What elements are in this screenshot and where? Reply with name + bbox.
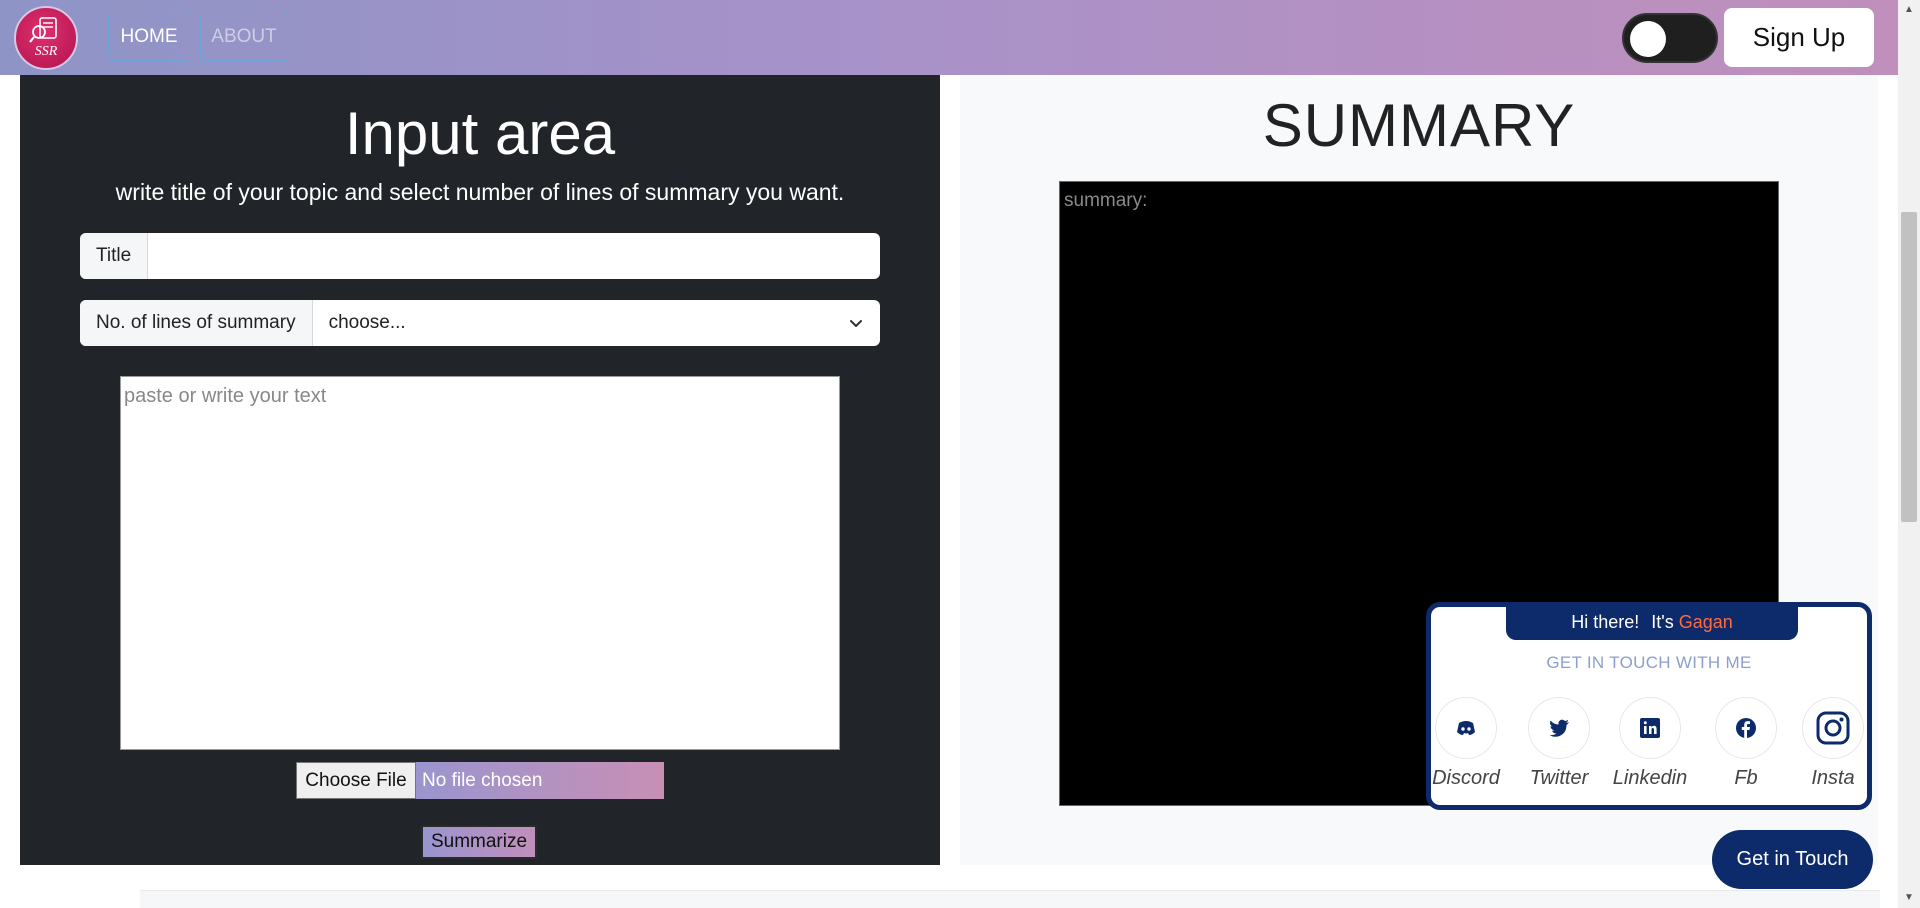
social-instagram[interactable]: Insta xyxy=(1798,697,1868,790)
contact-card: Hi there! It's Gagan GET IN TOUCH WITH M… xyxy=(1426,602,1872,810)
social-label: Insta xyxy=(1811,767,1855,789)
footer-strip xyxy=(140,890,1880,908)
file-input: Choose File No file chosen xyxy=(296,762,664,799)
site-logo[interactable]: SSR xyxy=(14,6,78,70)
search-document-icon xyxy=(29,17,57,43)
summary-title: SUMMARY xyxy=(1262,92,1576,159)
lines-label: No. of lines of summary xyxy=(80,300,313,346)
summarize-button[interactable]: Summarize xyxy=(421,825,537,859)
page-scrollbar[interactable]: ▲ ▼ xyxy=(1898,0,1920,908)
nav-about-link[interactable]: ABOUT xyxy=(200,13,288,61)
twitter-icon xyxy=(1549,719,1569,737)
contact-subtitle: GET IN TOUCH WITH ME xyxy=(1546,653,1752,672)
dark-mode-toggle[interactable] xyxy=(1622,13,1718,63)
get-in-touch-button[interactable]: Get in Touch xyxy=(1712,830,1873,889)
social-label: Discord xyxy=(1432,767,1500,789)
logo-text: SSR xyxy=(34,44,58,59)
social-discord[interactable]: Discord xyxy=(1431,697,1501,790)
social-linkedin[interactable]: Linkedin xyxy=(1612,697,1688,790)
scrollbar-thumb[interactable] xyxy=(1901,212,1917,522)
instagram-icon xyxy=(1816,711,1850,745)
linkedin-icon xyxy=(1640,718,1660,738)
title-label: Title xyxy=(80,233,149,279)
social-label: Twitter xyxy=(1529,767,1589,789)
file-status: No file chosen xyxy=(416,762,664,799)
input-area-title: Input area xyxy=(344,100,616,167)
title-input-group: Title xyxy=(80,233,880,279)
input-area-subtitle: write title of your topic and select num… xyxy=(115,179,845,205)
title-input[interactable] xyxy=(148,233,880,279)
social-twitter[interactable]: Twitter xyxy=(1524,697,1594,790)
lines-select[interactable]: choose... xyxy=(313,300,880,346)
social-label: Fb xyxy=(1734,767,1758,789)
choose-file-button[interactable]: Choose File xyxy=(296,762,416,799)
contact-its: It's xyxy=(1651,611,1674,632)
discord-icon xyxy=(1457,721,1475,735)
toggle-knob xyxy=(1630,21,1666,57)
scroll-up-arrow-icon[interactable]: ▲ xyxy=(1904,4,1914,15)
facebook-icon xyxy=(1736,718,1756,738)
input-panel: Input area write title of your topic and… xyxy=(20,75,940,865)
social-facebook[interactable]: Fb xyxy=(1711,697,1781,790)
social-label: Linkedin xyxy=(1612,767,1688,789)
nav-home-link[interactable]: HOME xyxy=(108,13,190,61)
chevron-down-icon xyxy=(850,320,862,327)
contact-name: Gagan xyxy=(1678,611,1733,632)
text-input-area[interactable]: paste or write your text xyxy=(120,376,840,750)
lines-selected-value: choose... xyxy=(328,312,406,333)
lines-select-group: No. of lines of summary choose... xyxy=(80,300,880,346)
scroll-down-arrow-icon[interactable]: ▼ xyxy=(1904,892,1914,903)
contact-greeting: Hi there! xyxy=(1571,611,1640,632)
navbar: SSR HOME ABOUT Sign Up xyxy=(0,0,1898,75)
sign-up-button[interactable]: Sign Up xyxy=(1724,8,1874,67)
contact-header: Hi there! It's Gagan xyxy=(1506,604,1798,640)
